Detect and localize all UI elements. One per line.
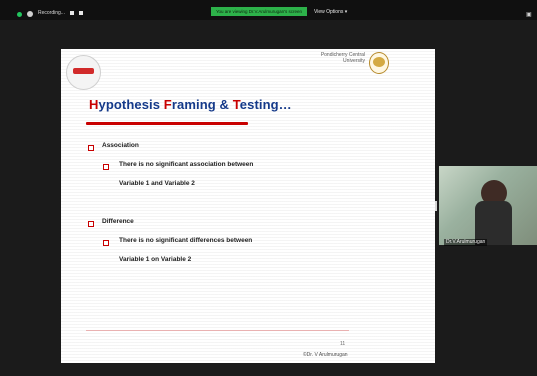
- screen-share-banner: You are viewing Dr.V.Arulmurugan's scree…: [211, 7, 307, 16]
- bullet-icon: [103, 164, 109, 170]
- meeting-window: Recording... You are viewing Dr.V.Arulmu…: [0, 0, 537, 376]
- research-logo: [66, 55, 101, 90]
- window-icon[interactable]: ▣: [526, 11, 532, 18]
- university-logo: [369, 52, 389, 74]
- title-part-esting: esting…: [239, 97, 292, 112]
- stop-icon[interactable]: [79, 11, 83, 15]
- title-part-f: F: [163, 97, 172, 112]
- chevron-down-icon: ▾: [344, 9, 348, 15]
- section-heading-association: Association: [102, 142, 139, 149]
- bullet-icon: [88, 221, 94, 227]
- title-part-h: H: [89, 97, 99, 112]
- association-line-1: There is no significant association betw…: [119, 161, 254, 168]
- view-options-button[interactable]: View Options ▾: [314, 9, 347, 15]
- pause-icon[interactable]: [70, 11, 74, 15]
- settings-icon[interactable]: [27, 11, 33, 17]
- difference-line-2: Variable 1 on Variable 2: [119, 256, 192, 263]
- difference-line-1: There is no significant differences betw…: [119, 237, 253, 244]
- title-part-t: T: [232, 97, 240, 112]
- top-toolbar: Recording... You are viewing Dr.V.Arulmu…: [0, 0, 537, 20]
- footer-divider: [86, 330, 349, 331]
- recording-label: Recording...: [38, 10, 65, 16]
- university-name: Pondicherry Central University: [320, 52, 365, 64]
- participant-video-tile[interactable]: [439, 166, 537, 245]
- view-options-label: View Options: [314, 9, 344, 15]
- title-underline: [86, 122, 248, 125]
- slide-title: Hypothesis Framing & Testing…: [89, 97, 292, 112]
- section-heading-difference: Difference: [102, 218, 134, 225]
- panel-resize-handle[interactable]: [435, 201, 437, 211]
- bullet-icon: [88, 145, 94, 151]
- page-number: 11: [340, 341, 346, 347]
- participant-name: Dr.V.Arulmurugan: [444, 239, 488, 246]
- record-icon[interactable]: [17, 12, 22, 17]
- association-line-2: Variable 1 and Variable 2: [119, 180, 195, 187]
- footer-author: ©Dr. V Arulmurugan: [303, 352, 348, 358]
- bullet-icon: [103, 240, 109, 246]
- university-logo-inner: [373, 57, 385, 67]
- title-part-raming: raming &: [171, 97, 233, 112]
- title-part-ypothesis: ypothesis: [98, 97, 164, 112]
- research-logo-band: [73, 68, 94, 74]
